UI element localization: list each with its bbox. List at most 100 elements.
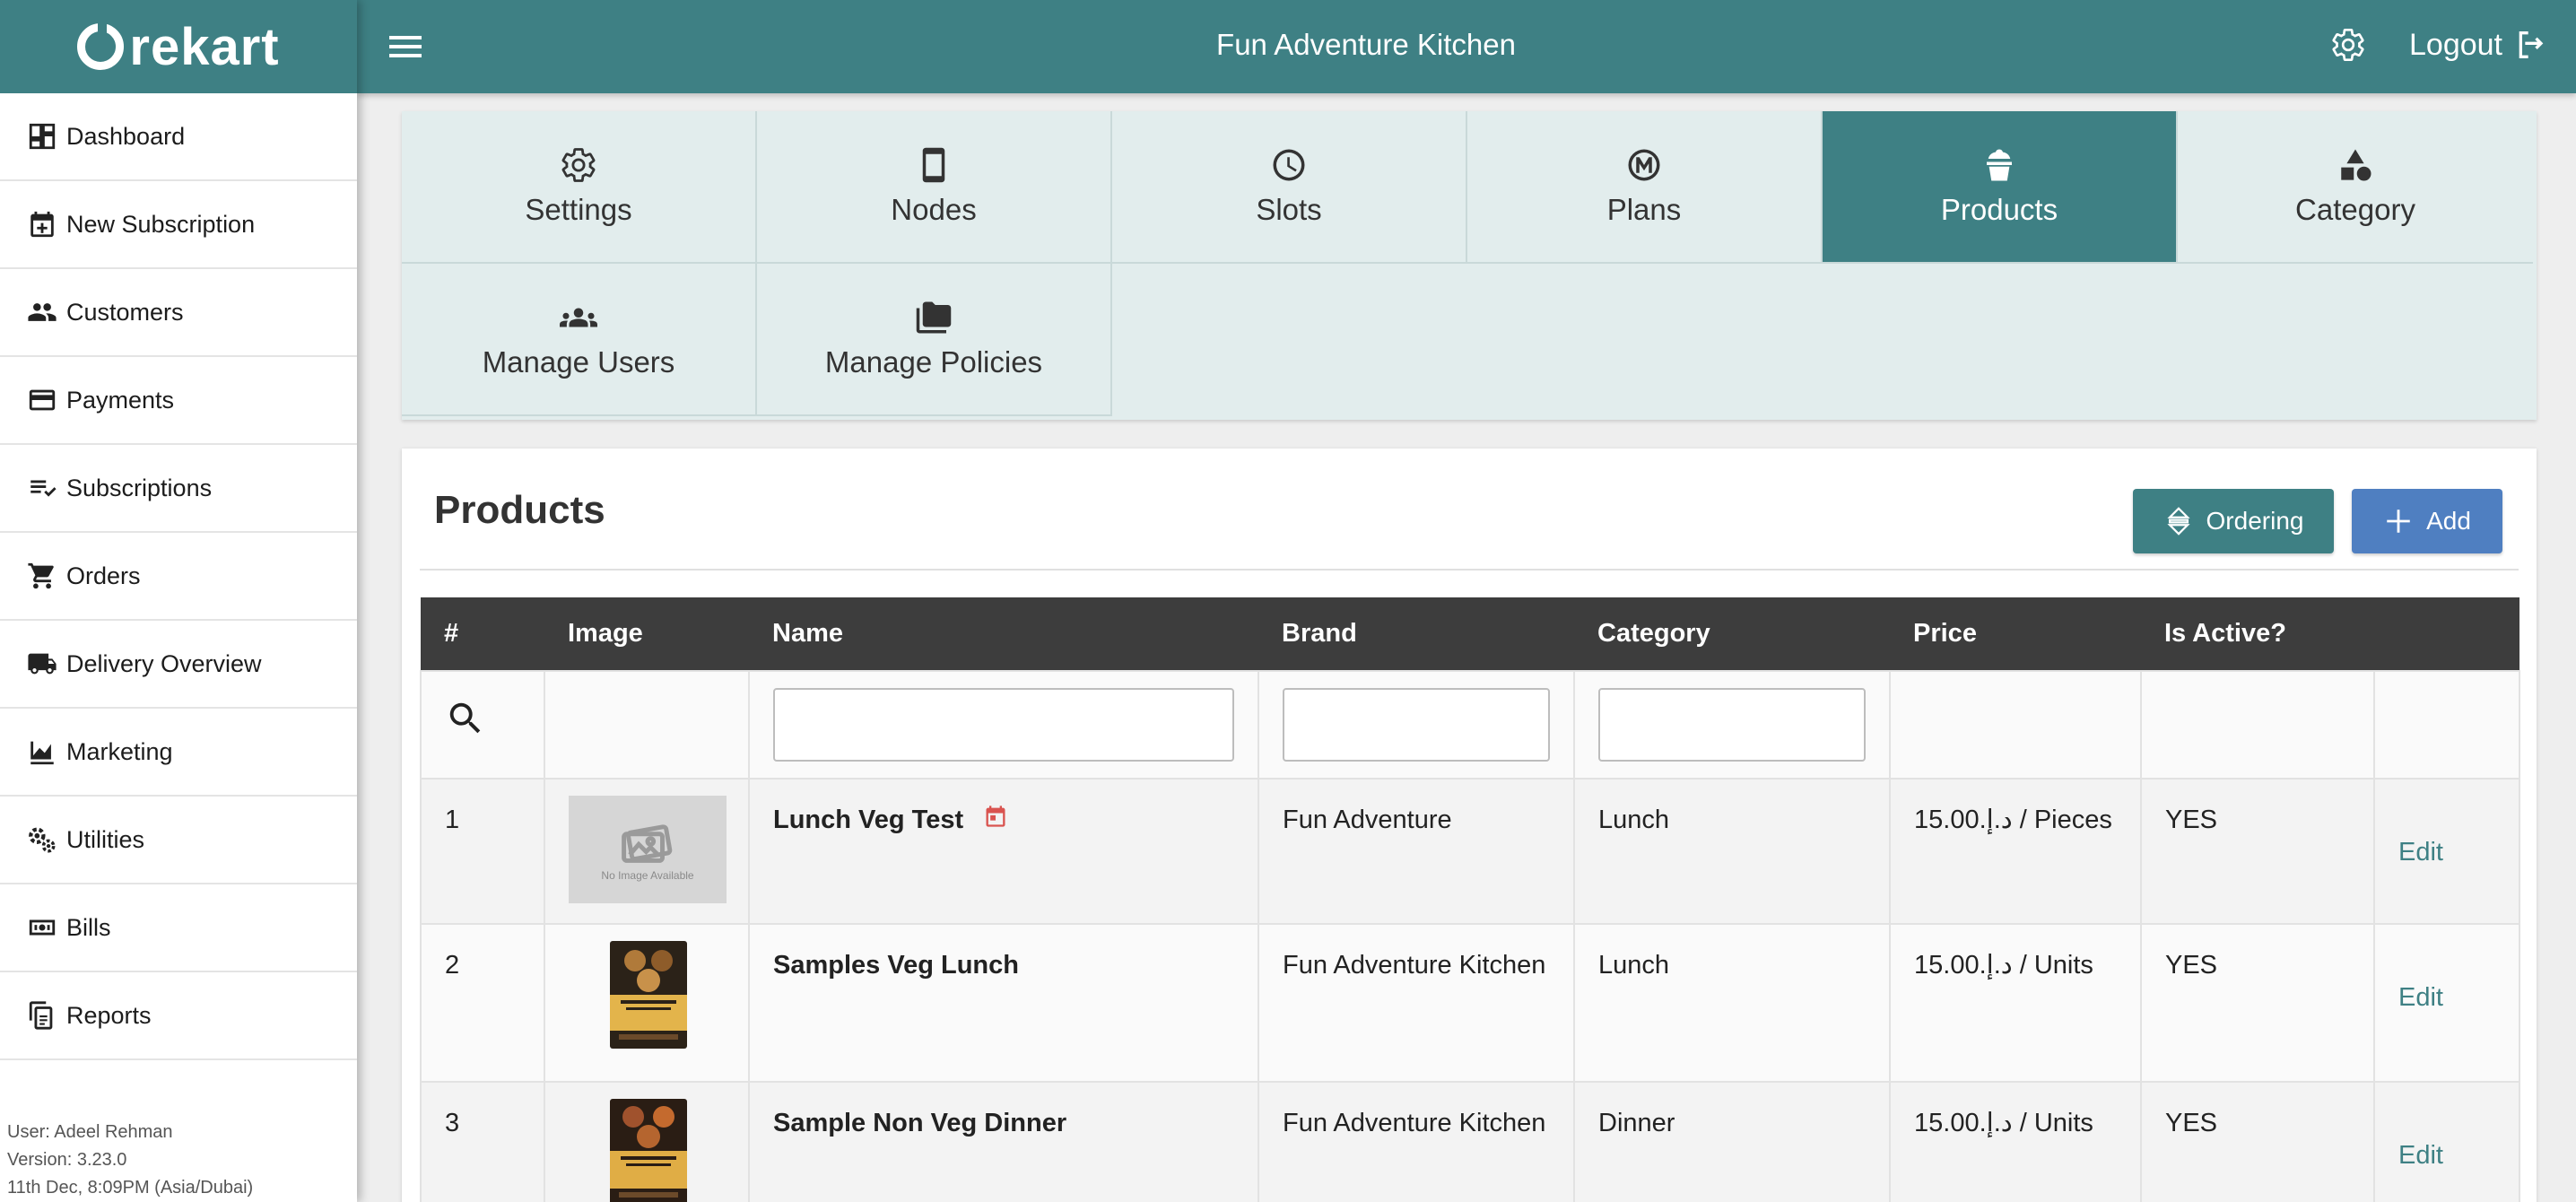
table-row: 2 Samples Veg Lunch Fun Adventure Kitche… (420, 923, 2520, 1083)
product-image-placeholder: No Image Available (569, 796, 727, 903)
tab-manage-users[interactable]: Manage Users (402, 264, 757, 416)
sidebar-item-orders[interactable]: Orders (0, 533, 357, 621)
logout-label: Logout (2409, 27, 2502, 62)
add-label: Add (2426, 507, 2471, 535)
clock-icon (1273, 149, 1305, 181)
sidebar-item-label: Subscriptions (66, 474, 213, 501)
bill-icon (29, 919, 56, 936)
column-header-brand[interactable]: Brand (1258, 597, 1574, 671)
sidebar-item-label: Customers (66, 298, 184, 326)
calendar-icon[interactable] (983, 800, 1008, 841)
tab-label: Manage Policies (824, 345, 1043, 379)
brand-name: rekart (129, 17, 280, 76)
column-header-active[interactable]: Is Active? (2141, 597, 2374, 671)
products-card: Products Ordering Add # Image Name Brand… (402, 449, 2537, 1202)
sidebar-item-new-subscription[interactable]: New Subscription (0, 181, 357, 269)
column-header-price[interactable]: Price (1890, 597, 2141, 671)
tab-label: Products (1940, 193, 2058, 226)
search-icon (445, 702, 486, 745)
products-table: # Image Name Brand Category Price Is Act… (420, 597, 2520, 1202)
no-image-text: No Image Available (601, 869, 694, 882)
product-name: Sample Non Veg Dinner (773, 1109, 1067, 1137)
product-brand: Fun Adventure Kitchen (1258, 1081, 1575, 1202)
sidebar-item-label: Dashboard (66, 122, 186, 150)
image-placeholder-icon (622, 824, 673, 863)
name-filter-input[interactable] (773, 688, 1234, 762)
ordering-button[interactable]: Ordering (2133, 489, 2334, 553)
sidebar: rekart Dashboard New Subscription Custom… (0, 0, 357, 1202)
sidebar-item-bills[interactable]: Bills (0, 884, 357, 972)
tab-label: Settings (525, 193, 632, 226)
sidebar-item-customers[interactable]: Customers (0, 269, 357, 357)
row-index: 3 (420, 1081, 545, 1202)
logout-button[interactable]: Logout (2409, 27, 2549, 63)
tab-label: Manage Users (482, 345, 675, 379)
sidebar-item-label: New Subscription (66, 210, 256, 238)
logout-icon (2519, 31, 2544, 58)
sidebar-item-subscriptions[interactable]: Subscriptions (0, 445, 357, 533)
table-row: 3 Sample Non Veg Dinner Fun Adventure Ki… (420, 1081, 2520, 1202)
tab-nodes[interactable]: Nodes (757, 111, 1112, 264)
page-title: Fun Adventure Kitchen (1216, 28, 1516, 61)
sidebar-item-label: Delivery Overview (66, 649, 262, 677)
edit-link[interactable]: Edit (2398, 832, 2443, 873)
sidebar-item-payments[interactable]: Payments (0, 357, 357, 445)
chart-area-icon (30, 741, 54, 765)
calendar-plus-icon (30, 211, 54, 238)
credit-card-icon (29, 389, 56, 411)
tab-plans[interactable]: Plans (1467, 111, 1823, 264)
divider (420, 569, 2519, 571)
product-brand: Fun Adventure (1258, 778, 1575, 925)
plus-icon (2387, 510, 2410, 533)
category-filter-input[interactable] (1598, 688, 1866, 762)
top-bar: Fun Adventure Kitchen Logout (357, 0, 2576, 93)
brand-logo[interactable]: rekart (0, 0, 357, 93)
group-icon (560, 308, 597, 327)
product-active: YES (2140, 1081, 2375, 1202)
sidebar-item-reports[interactable]: Reports (0, 972, 357, 1060)
product-category: Lunch (1573, 923, 1891, 1083)
filter-row (420, 670, 2520, 780)
current-user: User: Adeel Rehman (7, 1122, 173, 1142)
sidebar-item-label: Reports (66, 1001, 152, 1029)
truck-icon (28, 653, 57, 675)
row-index: 2 (420, 923, 545, 1083)
column-header-name[interactable]: Name (749, 597, 1258, 671)
cupcake-icon (1987, 149, 2012, 181)
edit-link[interactable]: Edit (2398, 1135, 2443, 1176)
row-index: 1 (420, 778, 545, 925)
table-row: 1 No Image Available Lunch Veg Test Fun … (420, 778, 2520, 925)
gear-icon (2332, 29, 2364, 61)
tab-label: Nodes (891, 193, 977, 226)
product-name: Samples Veg Lunch (773, 951, 1019, 980)
sidebar-item-marketing[interactable]: Marketing (0, 709, 357, 797)
product-category: Lunch (1573, 778, 1891, 925)
sidebar-item-label: Marketing (66, 737, 173, 765)
tab-manage-policies[interactable]: Manage Policies (757, 264, 1112, 416)
logo-ring-icon (77, 21, 125, 70)
product-category: Dinner (1573, 1081, 1891, 1202)
ordering-label: Ordering (2206, 507, 2304, 535)
sidebar-item-delivery-overview[interactable]: Delivery Overview (0, 621, 357, 709)
settings-tabs: Settings Nodes Slots Plans Products Cate… (402, 111, 2537, 420)
edit-link[interactable]: Edit (2398, 977, 2443, 1018)
add-product-button[interactable]: Add (2352, 489, 2502, 553)
brand-filter-input[interactable] (1283, 688, 1550, 762)
tab-category[interactable]: Category (2178, 111, 2533, 264)
product-image (610, 941, 687, 1049)
sidebar-item-dashboard[interactable]: Dashboard (0, 93, 357, 181)
sidebar-item-label: Payments (66, 386, 175, 414)
tab-settings[interactable]: Settings (402, 111, 757, 264)
sidebar-item-utilities[interactable]: Utilities (0, 797, 357, 884)
product-name: Lunch Veg Test (773, 806, 964, 834)
tab-label: Plans (1606, 193, 1682, 226)
sidebar-footer: User: Adeel Rehman Version: 3.23.0 11th … (7, 1119, 253, 1202)
tab-slots[interactable]: Slots (1112, 111, 1467, 264)
gear-icon (561, 148, 596, 182)
column-header-category[interactable]: Category (1574, 597, 1890, 671)
documents-icon (29, 1001, 53, 1030)
m-circle-icon (1628, 149, 1660, 181)
tab-products[interactable]: Products (1823, 111, 2178, 264)
settings-button[interactable] (2330, 27, 2366, 63)
column-header-index[interactable]: # (421, 597, 544, 671)
